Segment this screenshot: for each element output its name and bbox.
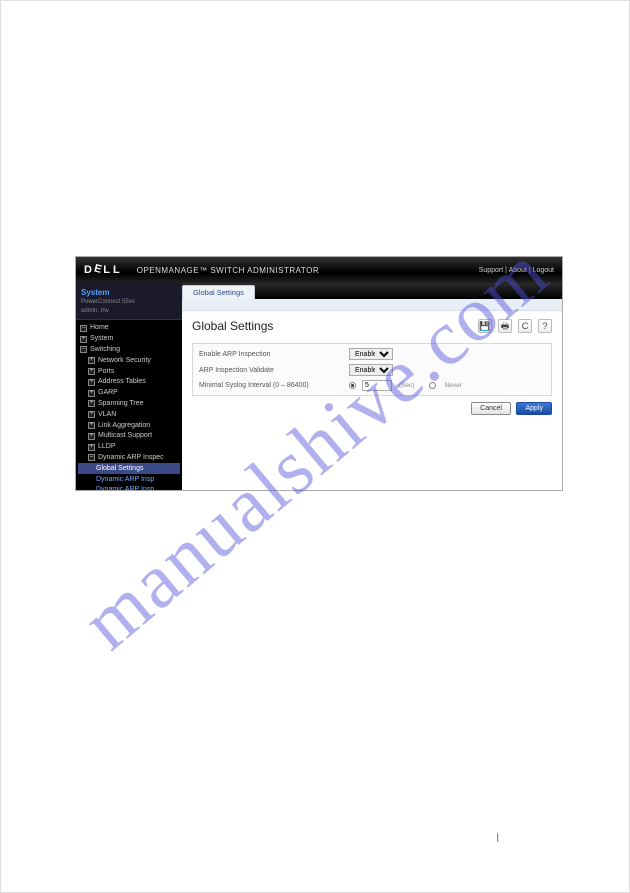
syslog-unit: (Sec) [399,382,415,389]
nav-dai-list2[interactable]: Dynamic ARP Insp [78,485,180,490]
arp-validate-label: ARP Inspection Validate [199,367,349,374]
tab-global-settings[interactable]: Global Settings [182,285,255,299]
expand-icon: + [88,444,95,451]
arp-validate-select[interactable]: Enable [349,364,393,376]
nav-switching[interactable]: –Switching [78,345,180,356]
nav-vlan[interactable]: +VLAN [78,409,180,420]
cancel-button[interactable]: Cancel [471,402,511,415]
app-title: OPENMANAGE™ SWITCH ADMINISTRATOR [137,266,319,275]
nav-dai-list[interactable]: Dynamic ARP Insp [78,474,180,485]
top-links: Support | About | Logout [479,267,554,274]
syslog-interval-input[interactable] [362,380,392,391]
expand-icon: + [88,390,95,397]
collapse-icon: – [80,325,87,332]
button-row: Cancel Apply [192,402,552,415]
syslog-radio-value[interactable] [349,382,356,389]
brand-logo: DELL [84,264,123,276]
never-label: Never [445,382,462,389]
expand-icon: + [88,433,95,440]
refresh-icon[interactable]: C [518,319,532,333]
apply-button[interactable]: Apply [516,402,552,415]
expand-icon: + [88,422,95,429]
sidebar-header: System PowerConnect 55xx admin, r/w [76,283,182,320]
nav-global-settings[interactable]: Global Settings [78,463,180,474]
top-bar: DELL OPENMANAGE™ SWITCH ADMINISTRATOR Su… [76,257,562,283]
expand-icon: + [88,368,95,375]
save-icon[interactable]: 💾 [478,319,492,333]
nav-garp[interactable]: +GARP [78,388,180,399]
user-label: admin, r/w [81,307,177,315]
nav-multicast-support[interactable]: +Multicast Support [78,431,180,442]
print-icon[interactable]: 🖶 [498,319,512,333]
nav-home[interactable]: –Home [78,323,180,334]
collapse-icon: – [80,346,87,353]
expand-icon: + [88,357,95,364]
nav-ports[interactable]: +Ports [78,366,180,377]
about-link[interactable]: About [509,267,527,274]
support-link[interactable]: Support [479,267,504,274]
logout-link[interactable]: Logout [533,267,554,274]
panel-title: Global Settings [192,319,478,333]
device-label: PowerConnect 55xx [81,298,177,306]
collapse-icon: – [88,454,95,461]
syslog-radio-never[interactable] [429,382,436,389]
panel: Global Settings 💾 🖶 C ? Enable ARP Inspe… [182,311,562,490]
nav-system[interactable]: +System [78,334,180,345]
nav-lldp[interactable]: +LLDP [78,442,180,453]
nav-link-aggregation[interactable]: +Link Aggregation [78,420,180,431]
content-area: Global Settings Global Settings 💾 🖶 C ? … [182,283,562,490]
help-icon[interactable]: ? [538,319,552,333]
nav-tree: –Home +System –Switching +Network Securi… [76,320,182,490]
expand-icon: + [88,379,95,386]
row-syslog-interval: Minimal Syslog Interval (0 – 86400) (Sec… [199,378,545,393]
breadcrumb-bar [182,299,562,311]
row-enable-arp: Enable ARP Inspection Enable [199,346,545,362]
page-footer: | [497,832,499,842]
nav-spanning-tree[interactable]: +Spanning Tree [78,399,180,410]
enable-arp-label: Enable ARP Inspection [199,351,349,358]
main-area: System PowerConnect 55xx admin, r/w –Hom… [76,283,562,490]
enable-arp-select[interactable]: Enable [349,348,393,360]
form-box: Enable ARP Inspection Enable ARP Inspect… [192,343,552,396]
sidebar: System PowerConnect 55xx admin, r/w –Hom… [76,283,182,490]
nav-network-security[interactable]: +Network Security [78,355,180,366]
panel-header: Global Settings 💾 🖶 C ? [192,319,552,333]
expand-icon: + [88,411,95,418]
icon-row: 💾 🖶 C ? [478,319,552,333]
row-arp-validate: ARP Inspection Validate Enable [199,362,545,378]
nav-dynamic-arp[interactable]: –Dynamic ARP Inspec [78,453,180,464]
expand-icon: + [80,336,87,343]
nav-address-tables[interactable]: +Address Tables [78,377,180,388]
tab-strip: Global Settings [182,283,562,299]
system-heading: System [81,287,177,298]
syslog-interval-label: Minimal Syslog Interval (0 – 86400) [199,382,349,389]
app-window: DELL OPENMANAGE™ SWITCH ADMINISTRATOR Su… [75,256,563,491]
expand-icon: + [88,400,95,407]
